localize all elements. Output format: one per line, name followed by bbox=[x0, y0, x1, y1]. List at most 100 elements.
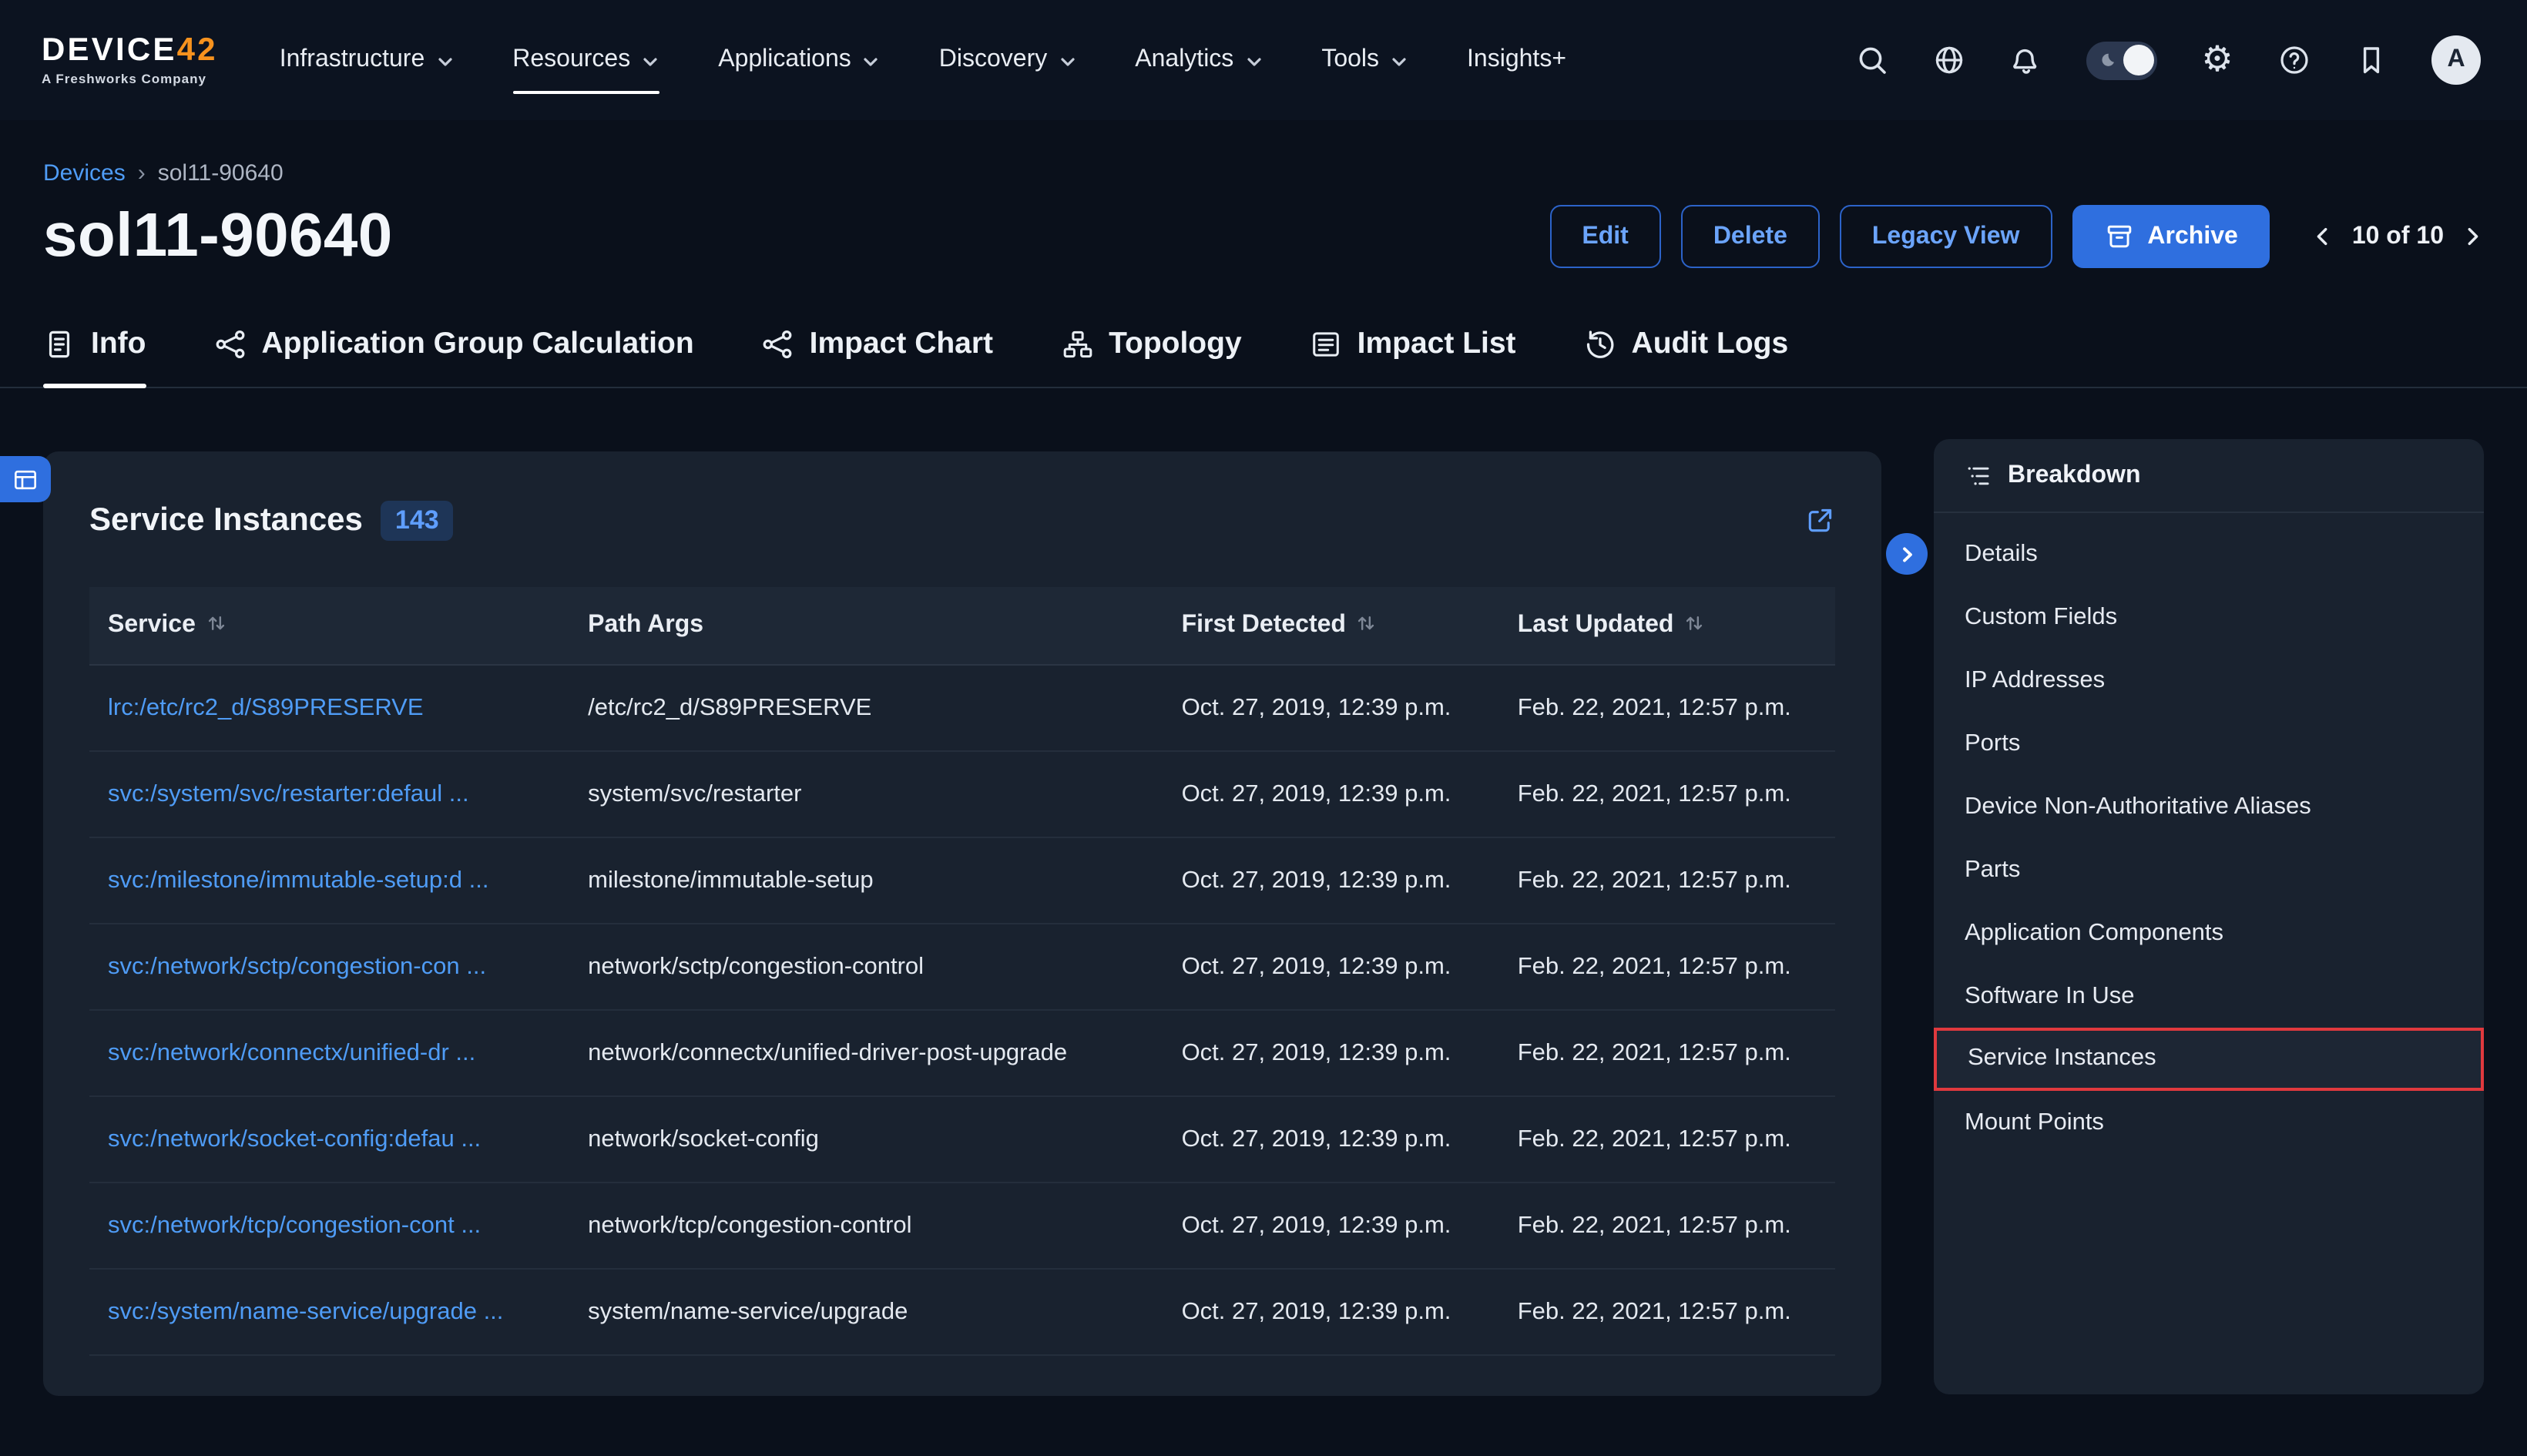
path-args-cell: network/socket-config bbox=[569, 1096, 1163, 1183]
search-icon[interactable] bbox=[1855, 43, 1889, 77]
main-content: Service Instances 143 Service Path Args Fi… bbox=[0, 439, 2527, 1396]
tab-label: Impact Chart bbox=[810, 327, 993, 362]
breakdown-panel: Breakdown DetailsCustom FieldsIP Address… bbox=[1934, 439, 2484, 1394]
breakdown-item-custom-fields[interactable]: Custom Fields bbox=[1934, 585, 2484, 649]
tab-impact-chart[interactable]: Impact Chart bbox=[762, 327, 993, 387]
table-row: svc:/network/socket-config:defau ... netw… bbox=[89, 1096, 1835, 1183]
last-updated-cell: Feb. 22, 2021, 12:57 p.m. bbox=[1499, 1269, 1835, 1355]
tab-topology[interactable]: Topology bbox=[1061, 327, 1242, 387]
breakdown-item-device-non-authoritative-aliases[interactable]: Device Non-Authoritative Aliases bbox=[1934, 775, 2484, 838]
breadcrumb: Devices › sol11-90640 bbox=[0, 120, 2527, 186]
nav-item-tools[interactable]: Tools bbox=[1321, 0, 1408, 120]
nav-item-insights[interactable]: Insights+ bbox=[1467, 0, 1566, 120]
count-badge: 143 bbox=[381, 501, 453, 541]
table-panel-icon bbox=[12, 466, 39, 492]
breakdown-item-parts[interactable]: Parts bbox=[1934, 838, 2484, 901]
breakdown-item-details[interactable]: Details bbox=[1934, 522, 2484, 585]
document-icon bbox=[43, 328, 76, 361]
table-row: lrc:/etc/rc2_d/S89PRESERVE/etc/rc2_d/S89… bbox=[89, 665, 1835, 751]
delete-button[interactable]: Delete bbox=[1681, 205, 1820, 268]
app-window: DEVICE42 A Freshworks Company Infrastruc… bbox=[0, 0, 2527, 1456]
nav-item-applications[interactable]: Applications bbox=[718, 0, 881, 120]
column-header-service[interactable]: Service bbox=[89, 587, 569, 665]
notifications-icon[interactable] bbox=[2009, 43, 2043, 77]
breakdown-item-ports[interactable]: Ports bbox=[1934, 712, 2484, 775]
chevron-right-icon[interactable] bbox=[2461, 225, 2484, 248]
side-panel-toggle[interactable] bbox=[0, 456, 51, 502]
table-row: svc:/network/connectx/unified-dr ...netw… bbox=[89, 1010, 1835, 1096]
service-link[interactable]: lrc:/etc/rc2_d/S89PRESERVE bbox=[108, 695, 424, 721]
column-header-path-args: Path Args bbox=[569, 587, 1163, 665]
nav-item-label: Tools bbox=[1321, 46, 1379, 74]
tab-info[interactable]: Info bbox=[43, 327, 146, 387]
card-header: Service Instances 143 bbox=[43, 451, 1881, 587]
service-link[interactable]: svc:/milestone/immutable-setup:d ... bbox=[108, 867, 489, 894]
column-header-last-updated[interactable]: Last Updated bbox=[1499, 587, 1835, 665]
theme-toggle[interactable] bbox=[2086, 41, 2157, 79]
chevron-left-icon[interactable] bbox=[2312, 225, 2335, 248]
service-cell: svc:/system/name-service/upgrade ... bbox=[89, 1269, 569, 1355]
nav-item-resources[interactable]: Resources bbox=[512, 0, 659, 120]
service-cell: svc:/system/svc/restarter:defaul ... bbox=[89, 751, 569, 837]
service-link[interactable]: svc:/network/connectx/unified-dr ... bbox=[108, 1040, 475, 1066]
edit-button[interactable]: Edit bbox=[1549, 205, 1660, 268]
tab-label: Info bbox=[91, 327, 146, 362]
nav-item-analytics[interactable]: Analytics bbox=[1135, 0, 1263, 120]
breakdown-item-service-instances[interactable]: Service Instances bbox=[1934, 1028, 2484, 1091]
breakdown-list: DetailsCustom FieldsIP AddressesPortsDev… bbox=[1934, 513, 2484, 1154]
service-instances-card: Service Instances 143 Service Path Args Fi… bbox=[43, 451, 1881, 1396]
archive-button[interactable]: Archive bbox=[2072, 205, 2270, 268]
path-args-cell: milestone/immutable-setup bbox=[569, 837, 1163, 924]
toggle-knob bbox=[2123, 45, 2153, 75]
breakdown-item-software-in-use[interactable]: Software In Use bbox=[1934, 965, 2484, 1028]
breakdown-item-ip-addresses[interactable]: IP Addresses bbox=[1934, 649, 2484, 712]
service-link[interactable]: svc:/network/socket-config:defau ... bbox=[108, 1126, 481, 1152]
first-detected-cell: Oct. 27, 2019, 12:39 p.m. bbox=[1163, 1269, 1499, 1355]
nav-item-infrastructure[interactable]: Infrastructure bbox=[280, 0, 455, 120]
avatar[interactable]: A bbox=[2431, 35, 2481, 85]
history-icon bbox=[1584, 328, 1616, 361]
legacy-view-button[interactable]: Legacy View bbox=[1840, 205, 2052, 268]
column-label: First Detected bbox=[1182, 612, 1346, 638]
nav-item-discovery[interactable]: Discovery bbox=[939, 0, 1076, 120]
sidebar-collapse-button[interactable] bbox=[1886, 533, 1928, 575]
breadcrumb-parent-link[interactable]: Devices bbox=[43, 160, 126, 186]
table-header-row: Service Path Args First Detected Last Updat… bbox=[89, 587, 1835, 665]
chevron-down-icon bbox=[862, 52, 881, 71]
nav-item-label: Infrastructure bbox=[280, 46, 425, 74]
service-link[interactable]: svc:/network/tcp/congestion-cont ... bbox=[108, 1213, 481, 1239]
breakdown-item-application-components[interactable]: Application Components bbox=[1934, 901, 2484, 965]
breakdown-item-mount-points[interactable]: Mount Points bbox=[1934, 1091, 2484, 1154]
tab-impact-list[interactable]: Impact List bbox=[1310, 327, 1516, 387]
list-tree-icon bbox=[1965, 462, 1992, 490]
chevron-down-icon bbox=[1390, 52, 1408, 71]
service-link[interactable]: svc:/network/sctp/congestion-con ... bbox=[108, 954, 486, 980]
external-link-icon[interactable] bbox=[1804, 505, 1835, 536]
service-link[interactable]: svc:/system/name-service/upgrade ... bbox=[108, 1299, 503, 1325]
brand-logo[interactable]: DEVICE42 A Freshworks Company bbox=[42, 0, 218, 120]
column-header-first-detected[interactable]: First Detected bbox=[1163, 587, 1499, 665]
service-cell: svc:/network/sctp/congestion-con ... bbox=[89, 924, 569, 1010]
bookmark-icon[interactable] bbox=[2354, 43, 2388, 77]
service-cell: svc:/milestone/immutable-setup:d ... bbox=[89, 837, 569, 924]
tab-audit-logs[interactable]: Audit Logs bbox=[1584, 327, 1789, 387]
sitemap-icon bbox=[1061, 328, 1093, 361]
list-icon bbox=[1310, 328, 1342, 361]
chevron-down-icon bbox=[1058, 52, 1076, 71]
help-icon[interactable] bbox=[2277, 43, 2311, 77]
column-label: Path Args bbox=[588, 612, 703, 638]
service-cell: svc:/network/connectx/unified-dr ... bbox=[89, 1010, 569, 1096]
tab-bar: Info Application Group Calculation Impact … bbox=[0, 327, 2527, 388]
last-updated-cell: Feb. 22, 2021, 12:57 p.m. bbox=[1499, 1096, 1835, 1183]
first-detected-cell: Oct. 27, 2019, 12:39 p.m. bbox=[1163, 924, 1499, 1010]
tab-application-group-calculation[interactable]: Application Group Calculation bbox=[213, 327, 693, 387]
settings-icon[interactable]: ⚙ bbox=[2200, 43, 2234, 77]
chevron-down-icon bbox=[435, 52, 454, 71]
service-link[interactable]: svc:/system/svc/restarter:defaul ... bbox=[108, 781, 469, 807]
nav-item-label: Analytics bbox=[1135, 46, 1233, 74]
archive-icon bbox=[2104, 222, 2133, 251]
page-title: sol11-90640 bbox=[43, 202, 393, 271]
globe-icon[interactable] bbox=[1932, 43, 1966, 77]
nav-item-label: Resources bbox=[512, 46, 630, 74]
last-updated-cell: Feb. 22, 2021, 12:57 p.m. bbox=[1499, 751, 1835, 837]
